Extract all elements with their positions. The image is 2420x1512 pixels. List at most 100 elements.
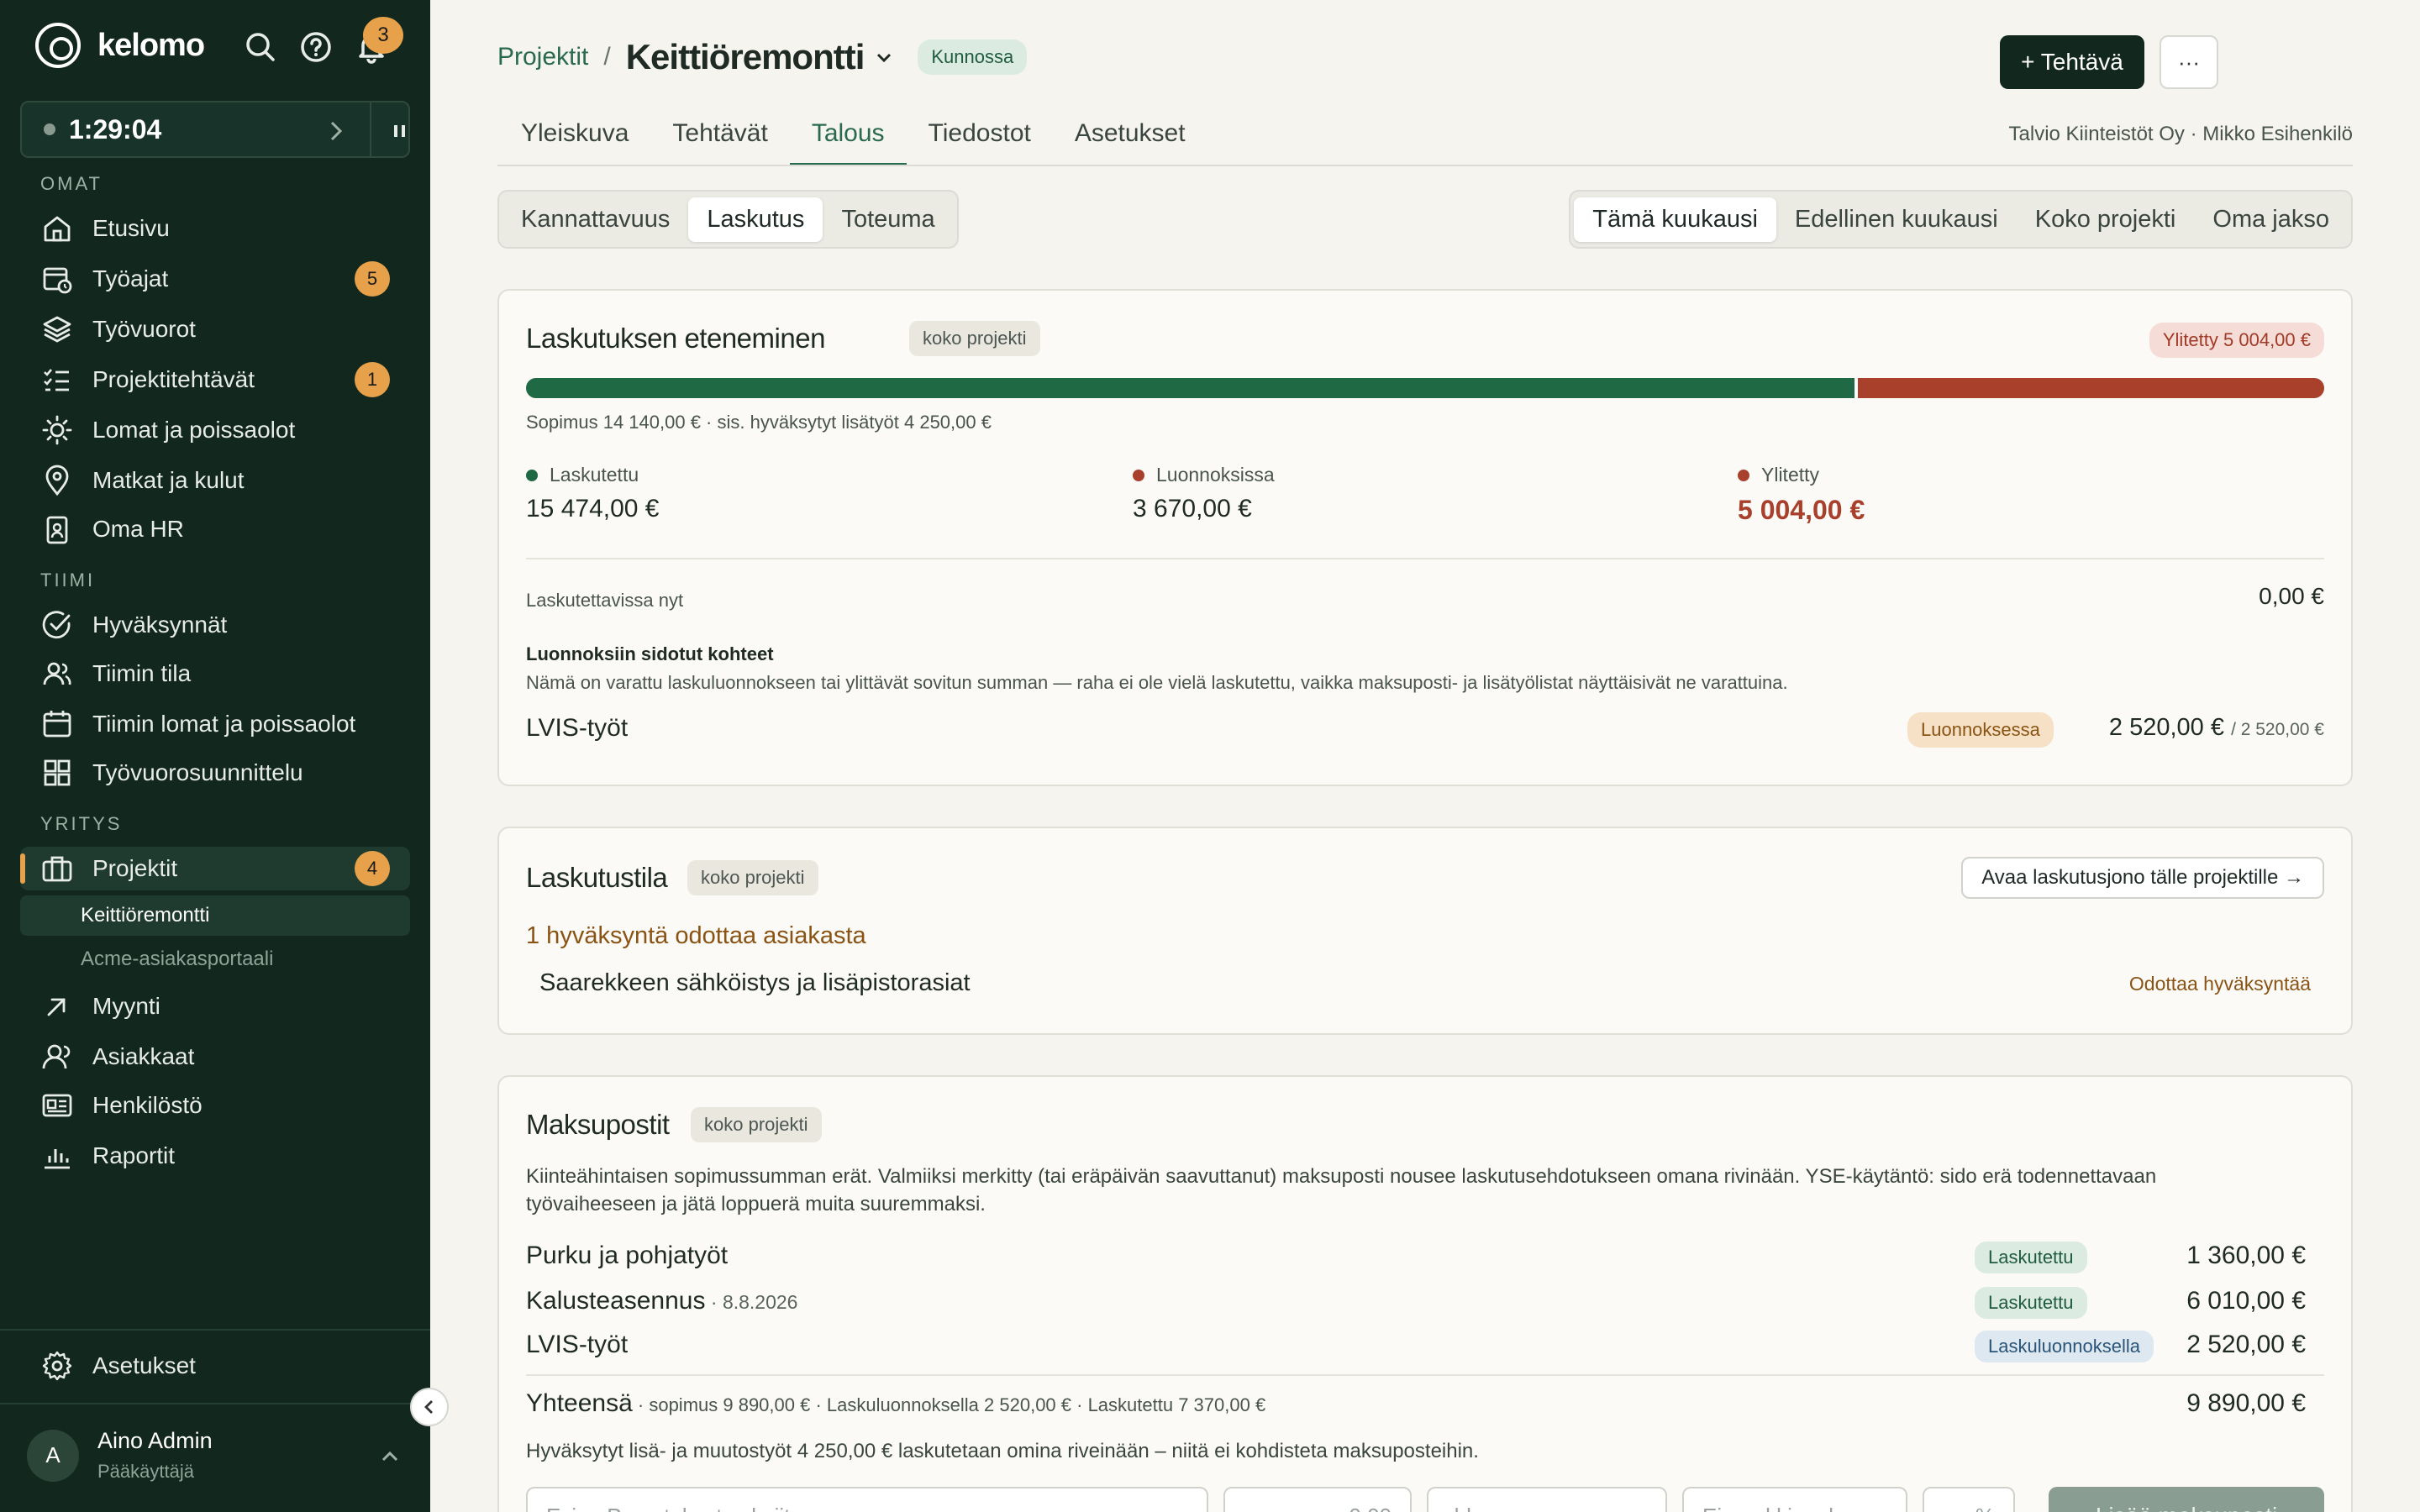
- scope-tag: koko projekti: [687, 860, 818, 895]
- breadcrumb-projektit-link[interactable]: Projektit: [497, 43, 588, 71]
- sidebar-item-tyovuorot[interactable]: Työvuorot: [20, 307, 410, 351]
- tab-tiedostot[interactable]: Tiedostot: [907, 111, 1053, 165]
- sidebar-item-matkat[interactable]: Matkat ja kulut: [20, 459, 410, 502]
- milestone-row: LVIS-työt Laskuluonnoksella 2 520,00 €: [526, 1324, 2324, 1368]
- id-card-icon: [40, 1089, 74, 1122]
- sidebar-item-hyvaksynnat[interactable]: Hyväksynnät: [20, 603, 410, 647]
- add-task-button[interactable]: + Tehtävä: [2000, 35, 2144, 89]
- milestone-name-input[interactable]: Esim. Perustukset valmiit: [526, 1487, 1208, 1512]
- sidebar-item-tiimin-tila[interactable]: Tiimin tila: [20, 652, 410, 696]
- reserved-title: Luonnoksiin sidotut kohteet: [526, 643, 774, 664]
- sidebar-item-label: Oma HR: [92, 516, 184, 542]
- billing-progress-card: Laskutuksen eteneminen koko projekti Yli…: [497, 289, 2353, 786]
- draft-status-badge: Luonnoksessa: [1907, 712, 2054, 748]
- timer-status-dot: [44, 123, 55, 135]
- subtab-laskutus[interactable]: Laskutus: [688, 197, 823, 242]
- period-this-month[interactable]: Tämä kuukausi: [1574, 197, 1776, 242]
- sidebar-item-tyovuorosuunnittelu[interactable]: Työvuorosuunnittelu: [20, 751, 410, 795]
- open-billing-queue-button[interactable]: Avaa laskutusjono tälle projektille →: [1961, 857, 2324, 899]
- sidebar-item-etusivu[interactable]: Etusivu: [20, 207, 410, 250]
- subtab-kannattavuus[interactable]: Kannattavuus: [502, 197, 688, 242]
- search-icon[interactable]: [244, 30, 277, 64]
- sidebar-item-projektit[interactable]: Projektit 4: [20, 847, 410, 890]
- user-menu[interactable]: A Aino Admin Pääkäyttäjä: [27, 1428, 213, 1483]
- tab-asetukset[interactable]: Asetukset: [1053, 111, 1207, 165]
- legend-dot: [1738, 469, 1749, 481]
- sidebar-item-henkilosto[interactable]: Henkilöstö: [20, 1084, 410, 1127]
- collapse-sidebar-button[interactable]: [410, 1388, 449, 1426]
- stat-label: Luonnoksissa: [1156, 464, 1275, 486]
- sidebar-item-label: Projektit: [92, 855, 178, 881]
- time-tracker[interactable]: 1:29:04: [20, 101, 410, 158]
- home-icon: [40, 212, 74, 245]
- sidebar-item-myynti[interactable]: Myynti: [20, 984, 410, 1028]
- add-milestone-button[interactable]: Lisää maksuposti: [2049, 1487, 2324, 1512]
- sidebar-item-raportit[interactable]: Raportit: [20, 1134, 410, 1178]
- sidebar-item-tyoajat[interactable]: Työajat 5: [20, 257, 410, 301]
- milestone-date: · 8.8.2026: [705, 1291, 798, 1313]
- overrun-badge: Ylitetty 5 004,00 €: [2149, 323, 2324, 358]
- milestone-row: Purku ja pohjatyöt Laskutettu 1 360,00 €: [526, 1235, 2324, 1278]
- period-whole-project[interactable]: Koko projekti: [2017, 197, 2195, 242]
- sidebar-item-label: Matkat ja kulut: [92, 467, 245, 493]
- sidebar-item-oma-hr[interactable]: Oma HR: [20, 507, 410, 551]
- subtab-toteuma[interactable]: Toteuma: [823, 197, 953, 242]
- user-role: Pääkäyttäjä: [97, 1461, 194, 1482]
- sidebar-subitem-keittioremontti[interactable]: Keittiöremontti: [20, 895, 410, 936]
- tab-tehtavat[interactable]: Tehtävät: [650, 111, 789, 165]
- sidebar-item-asetukset[interactable]: Asetukset: [20, 1344, 410, 1388]
- chevron-right-icon[interactable]: [319, 114, 353, 148]
- billing-status-card: Laskutustila koko projekti Avaa laskutus…: [497, 827, 2353, 1035]
- calendar-clock-icon: [40, 262, 74, 296]
- milestone-name-text: Purku ja pohjatyöt: [526, 1242, 729, 1269]
- page-title[interactable]: Keittiöremontti: [626, 37, 865, 77]
- card-title: Laskutustila: [526, 862, 668, 893]
- stat-value: 5 004,00 €: [1738, 495, 1865, 525]
- project-tabs: Yleiskuva Tehtävät Talous Tiedostot Aset…: [499, 111, 1207, 166]
- legend-dot: [526, 469, 538, 481]
- notification-count-badge: 3: [363, 17, 403, 54]
- milestone-date-input[interactable]: dd.mm.yyyy: [1427, 1487, 1667, 1512]
- calendar-icon: [40, 707, 74, 741]
- stat-value: 15 474,00 €: [526, 495, 660, 522]
- arrow-up-right-icon: [40, 990, 74, 1023]
- awaiting-approval-link[interactable]: 1 hyväksyntä odottaa asiakasta: [526, 922, 866, 950]
- count-badge: 5: [355, 261, 390, 297]
- more-options-button[interactable]: ···: [2160, 35, 2218, 89]
- milestone-name: Purku ja pohjatyöt: [526, 1242, 728, 1270]
- milestone-status-badge: Laskutettu: [1975, 1242, 2087, 1273]
- milestone-area-select[interactable]: Ei merkkipaalua: [1682, 1487, 1907, 1512]
- sidebar-item-label: Työajat: [92, 265, 169, 291]
- sidebar-item-label: Tiimin tila: [92, 660, 192, 686]
- period-previous-month[interactable]: Edellinen kuukausi: [1776, 197, 2017, 242]
- sidebar-item-asiakkaat[interactable]: Asiakkaat: [20, 1035, 410, 1079]
- main-content: Projektit / Keittiöremontti Kunnossa + T…: [430, 0, 2420, 1512]
- sidebar-item-projektitehtavat[interactable]: Projektitehtävät 1: [20, 358, 410, 402]
- chevron-up-icon[interactable]: [376, 1443, 403, 1470]
- milestones-card: Maksupostit koko projekti Kiinteähintais…: [497, 1075, 2353, 1512]
- sidebar-divider: [0, 1329, 430, 1331]
- brand[interactable]: kelomo: [35, 20, 205, 71]
- reserved-description: Nämä on varattu laskuluonnokseen tai yli…: [526, 672, 1788, 693]
- help-icon[interactable]: [299, 30, 333, 64]
- billable-now-label: Laskutettavissa nyt: [526, 590, 684, 611]
- badge-id-icon: [40, 512, 74, 546]
- tabs-divider: [497, 165, 2353, 166]
- period-custom[interactable]: Oma jakso: [2194, 197, 2348, 242]
- timer-value: 1:29:04: [69, 113, 162, 144]
- chevron-left-icon: [419, 1397, 439, 1417]
- stat-billed: Laskutettu 15 474,00 €: [526, 464, 659, 523]
- pause-icon[interactable]: [383, 119, 417, 143]
- billable-now-value: 0,00 €: [2259, 583, 2324, 609]
- milestone-amount-input[interactable]: 0,00: [1223, 1487, 1412, 1512]
- sidebar-item-lomat[interactable]: Lomat ja poissaolot: [20, 408, 410, 452]
- chevron-down-icon[interactable]: [872, 45, 896, 69]
- tab-talous[interactable]: Talous: [789, 111, 907, 166]
- kelomo-logo-icon: [35, 23, 81, 68]
- sidebar-subitem-acme[interactable]: Acme-asiakasportaali: [20, 939, 410, 979]
- tab-yleiskuva[interactable]: Yleiskuva: [499, 111, 650, 165]
- contacts-icon: [40, 1040, 74, 1074]
- milestone-percent-input[interactable]: %: [1923, 1487, 2015, 1512]
- client-info: Talvio Kiinteistöt Oy · Mikko Esihenkilö: [2008, 123, 2353, 145]
- sidebar-item-tiimin-lomat[interactable]: Tiimin lomat ja poissaolot: [20, 702, 410, 746]
